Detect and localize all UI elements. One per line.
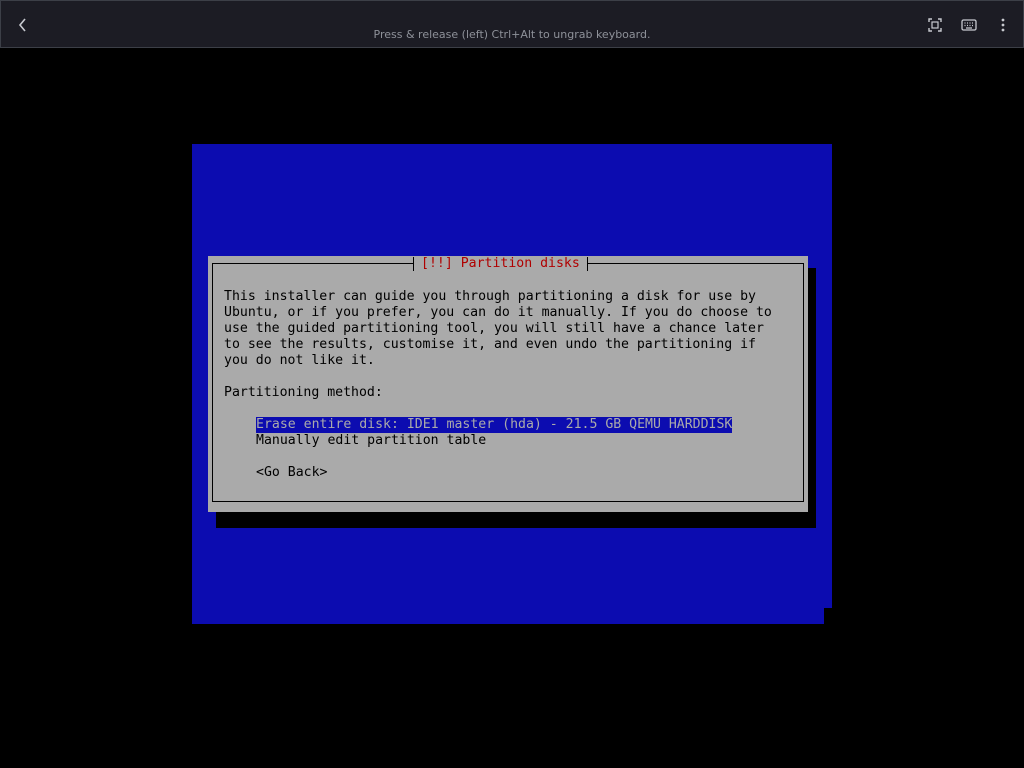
body-line: to see the results, customise it, and ev… [224,337,756,352]
body-line: Ubuntu, or if you prefer, you can do it … [224,305,772,320]
body-line: This installer can guide you through par… [224,289,756,304]
keyboard-button[interactable] [957,13,981,37]
partition-disks-dialog: [!!] Partition disks This installer can … [208,256,808,512]
fullscreen-icon [928,18,942,32]
go-back-button[interactable]: <Go Back> [256,465,327,481]
ungrab-keyboard-hint: Press & release (left) Ctrl+Alt to ungra… [373,28,651,41]
more-options-button[interactable] [991,13,1015,37]
option-manual-partition[interactable]: Manually edit partition table [256,433,486,449]
keyboard-icon [961,19,977,31]
body-line: you do not like it. [224,353,375,368]
body-line: use the guided partitioning tool, you wi… [224,321,764,336]
partitioning-method-label: Partitioning method: [224,385,383,400]
fullscreen-button[interactable] [923,13,947,37]
more-vertical-icon [1001,18,1005,32]
dialog-title: [!!] Partition disks [413,256,588,272]
option-erase-entire-disk[interactable]: Erase entire disk: IDE1 master (hda) - 2… [256,417,733,433]
vm-display[interactable]: [!!] Partition disks This installer can … [192,144,832,624]
viewer-header: Press & release (left) Ctrl+Alt to ungra… [0,0,1024,48]
installer-background-bottom [192,608,824,624]
